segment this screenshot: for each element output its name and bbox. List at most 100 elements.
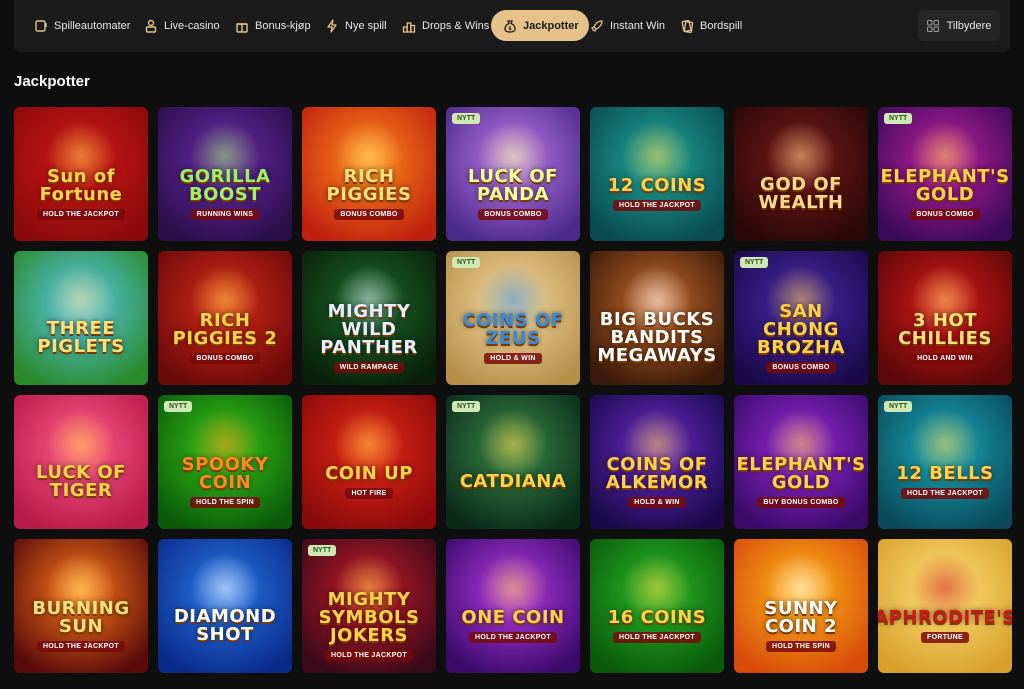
game-tile[interactable]: RICH PIGGIES BONUS COMBO [302, 107, 436, 241]
game-title: THREE PIGLETS [37, 318, 125, 357]
new-badge: NYTT [884, 113, 913, 124]
nav-item-live-casino[interactable]: Live-casino [144, 10, 220, 41]
game-title: APHRODITE'S [878, 607, 1012, 628]
game-subtitle: HOLD THE JACKPOT [37, 641, 125, 652]
game-title: LUCK OF TIGER [36, 462, 126, 501]
new-badge: NYTT [452, 113, 481, 124]
game-title: CATDIANA [459, 471, 567, 492]
game-tile[interactable]: RICH PIGGIES 2 BONUS COMBO [158, 251, 292, 385]
svg-text:$: $ [508, 26, 512, 32]
game-title: MIGHTY WILD PANTHER [320, 301, 418, 358]
nav-item-nye-spill[interactable]: Nye spill [325, 10, 387, 41]
game-title: LUCK OF PANDA [468, 166, 558, 205]
game-tile[interactable]: BURNING SUN HOLD THE JACKPOT [14, 539, 148, 673]
section-title: Jackpotter [14, 73, 90, 90]
new-badge: NYTT [452, 401, 481, 412]
nav-label: Spilleautomater [54, 19, 131, 32]
slot-machine-icon [34, 19, 48, 33]
game-subtitle: HOLD THE JACKPOT [469, 632, 557, 643]
game-tile[interactable]: 12 COINS HOLD THE JACKPOT [590, 107, 724, 241]
game-subtitle: WILD RAMPAGE [333, 362, 405, 373]
game-subtitle: HOLD THE SPIN [190, 497, 260, 508]
game-tile[interactable]: SUNNY COIN 2 HOLD THE SPIN [734, 539, 868, 673]
game-title: COIN UP [325, 463, 413, 484]
game-title: SAN CHONG BROZHA [757, 301, 845, 358]
nav-item-bordspill[interactable]: Bordspill [680, 10, 742, 41]
game-tile[interactable]: COINS OF ALKEMOR HOLD & WIN [590, 395, 724, 529]
game-title: ELEPHANT'S GOLD [736, 454, 866, 493]
nav-item-instant-win[interactable]: Instant Win [590, 10, 665, 41]
game-subtitle: HOT FIRE [345, 488, 393, 499]
game-tile[interactable]: APHRODITE'S FORTUNE [878, 539, 1012, 673]
game-subtitle: HOLD THE JACKPOT [325, 650, 413, 661]
game-subtitle: HOLD THE JACKPOT [37, 209, 125, 220]
game-tile[interactable]: NYTT MIGHTY SYMBOLS JOKERS HOLD THE JACKPO… [302, 539, 436, 673]
game-title: RICH PIGGIES 2 [172, 310, 278, 349]
game-tile[interactable]: NYTT LUCK OF PANDA BONUS COMBO [446, 107, 580, 241]
nav-label: Jackpotter [523, 19, 579, 32]
game-grid: Sun of Fortune HOLD THE JACKPOT GORILLA BO… [14, 107, 1012, 673]
game-title: GOD OF WEALTH [758, 174, 844, 213]
providers-button[interactable]: Tilbydere [918, 10, 1000, 41]
nav-item-drops-wins[interactable]: Drops & Wins [402, 10, 489, 41]
game-tile[interactable]: LUCK OF TIGER [14, 395, 148, 529]
game-subtitle: RUNNING WINS [190, 209, 260, 220]
game-title: DIAMOND SHOT [173, 606, 277, 645]
game-subtitle: HOLD THE SPIN [766, 641, 836, 652]
game-tile[interactable]: ELEPHANT'S GOLD BUY BONUS COMBO [734, 395, 868, 529]
game-tile[interactable]: COIN UP HOT FIRE [302, 395, 436, 529]
game-subtitle: BUY BONUS COMBO [757, 497, 845, 508]
nav-item-jackpotter[interactable]: $ Jackpotter [491, 10, 589, 41]
money-bag-icon: $ [503, 19, 517, 33]
dealer-icon [144, 19, 158, 33]
game-tile[interactable]: NYTT COINS OF ZEUS HOLD & WIN [446, 251, 580, 385]
game-subtitle: HOLD & WIN [484, 353, 542, 364]
game-title: BURNING SUN [32, 598, 130, 637]
game-title: 16 COINS [607, 607, 707, 628]
lightning-icon [325, 18, 339, 33]
nav-label: Bonus-kjøp [255, 19, 311, 32]
game-subtitle: HOLD & WIN [628, 497, 686, 508]
game-tile[interactable]: THREE PIGLETS [14, 251, 148, 385]
cards-icon [680, 19, 694, 33]
game-subtitle: HOLD THE JACKPOT [613, 632, 701, 643]
game-title: COINS OF ALKEMOR [605, 454, 709, 493]
game-tile[interactable]: MIGHTY WILD PANTHER WILD RAMPAGE [302, 251, 436, 385]
nav-label: Nye spill [345, 19, 387, 32]
game-tile[interactable]: 3 HOT CHILLIES HOLD AND WIN [878, 251, 1012, 385]
new-badge: NYTT [452, 257, 481, 268]
game-tile[interactable]: NYTT ELEPHANT'S GOLD BONUS COMBO [878, 107, 1012, 241]
game-title: 12 BELLS [896, 463, 994, 484]
game-subtitle: HOLD THE JACKPOT [901, 488, 989, 499]
game-title: GORILLA BOOST [179, 166, 271, 205]
game-tile[interactable]: NYTT SAN CHONG BROZHA BONUS COMBO [734, 251, 868, 385]
game-tile[interactable]: 16 COINS HOLD THE JACKPOT [590, 539, 724, 673]
game-title: ONE COIN [461, 607, 565, 628]
game-subtitle: HOLD THE JACKPOT [613, 200, 701, 211]
game-title: COINS OF ZEUS [462, 310, 564, 349]
trophy-icon [402, 19, 416, 33]
game-title: BIG BUCKS BANDITS MEGAWAYS [597, 309, 717, 366]
game-tile[interactable]: NYTT 12 BELLS HOLD THE JACKPOT [878, 395, 1012, 529]
game-title: 3 HOT CHILLIES [898, 310, 992, 349]
game-tile[interactable]: NYTT SPOOKY COIN HOLD THE SPIN [158, 395, 292, 529]
game-title: MIGHTY SYMBOLS JOKERS [318, 589, 420, 646]
game-subtitle: BONUS COMBO [766, 362, 836, 373]
game-title: RICH PIGGIES [326, 166, 412, 205]
nav-item-spilleautomater[interactable]: Spilleautomater [34, 10, 130, 41]
game-tile[interactable]: BIG BUCKS BANDITS MEGAWAYS [590, 251, 724, 385]
nav-item-bonus-kjop[interactable]: Bonus-kjøp [235, 10, 311, 41]
game-tile[interactable]: Sun of Fortune HOLD THE JACKPOT [14, 107, 148, 241]
game-tile[interactable]: GOD OF WEALTH [734, 107, 868, 241]
game-title: ELEPHANT'S GOLD [880, 166, 1010, 205]
tile-decoration [478, 409, 548, 479]
game-title: Sun of Fortune [39, 166, 123, 205]
nav-label: Bordspill [700, 19, 743, 32]
new-badge: NYTT [164, 401, 193, 412]
game-tile[interactable]: DIAMOND SHOT [158, 539, 292, 673]
game-tile[interactable]: NYTT CATDIANA [446, 395, 580, 529]
game-tile[interactable]: ONE COIN HOLD THE JACKPOT [446, 539, 580, 673]
new-badge: NYTT [308, 545, 337, 556]
game-tile[interactable]: GORILLA BOOST RUNNING WINS [158, 107, 292, 241]
game-subtitle: BONUS COMBO [910, 209, 980, 220]
